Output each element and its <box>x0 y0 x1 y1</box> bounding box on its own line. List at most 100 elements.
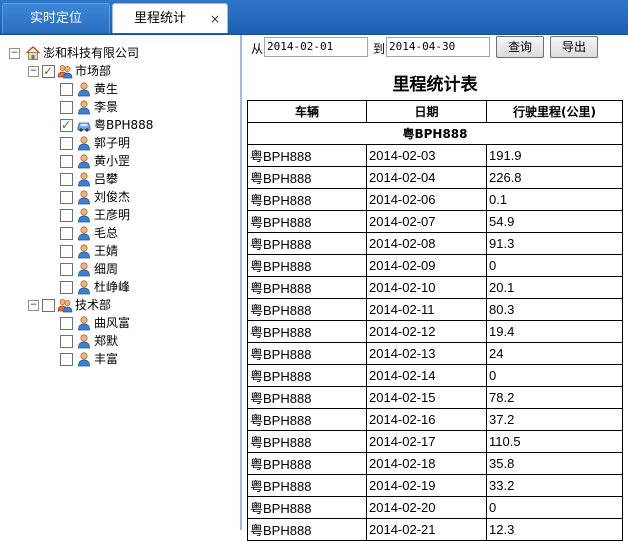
tree-checkbox[interactable] <box>60 155 73 168</box>
tree-node-member[interactable]: 王婧 <box>0 242 238 260</box>
date-cell: 2014-02-12 <box>366 320 487 343</box>
date-cell: 2014-02-07 <box>366 210 487 233</box>
tree-node-member[interactable]: 郭子明 <box>0 134 238 152</box>
mileage-cell: 20.1 <box>486 276 623 299</box>
end-date-input[interactable]: 2014-04-30 <box>386 37 490 57</box>
collapse-toggle-icon[interactable]: − <box>9 48 20 59</box>
report-title: 里程统计表 <box>392 75 478 95</box>
date-cell: 2014-02-08 <box>366 232 487 255</box>
vehicle-cell: 粤BPH888 <box>247 474 367 497</box>
tree-checkbox[interactable] <box>60 263 73 276</box>
table-row: 粤BPH888 2014-02-03 191.9 <box>247 144 623 167</box>
tree-checkbox[interactable] <box>60 281 73 294</box>
mileage-cell: 91.3 <box>486 232 623 255</box>
tree-checkbox[interactable] <box>60 335 73 348</box>
tree-checkbox[interactable] <box>42 62 55 80</box>
table-row: 粤BPH888 2014-02-20 0 <box>247 496 623 519</box>
vehicle-tree: −澎和科技有限公司−市场部黄生李景粤BPH888 郭子明黄小罡吕攀刘俊杰王彦明毛总… <box>0 35 242 530</box>
tree-checkbox[interactable] <box>60 191 73 204</box>
close-icon[interactable]: × <box>210 4 220 34</box>
tree-node-member[interactable]: 曲风富 <box>0 314 238 332</box>
tree-node-label: 吕攀 <box>94 172 119 186</box>
tree-checkbox[interactable] <box>60 173 73 186</box>
person-icon <box>76 153 92 169</box>
table-row: 粤BPH888 2014-02-19 33.2 <box>247 474 623 497</box>
tree-node-department[interactable]: − 技术部 <box>0 296 238 314</box>
person-icon <box>76 225 92 241</box>
tree-node-label: 李景 <box>94 100 119 114</box>
export-button[interactable]: 导出 <box>550 36 598 58</box>
table-row: 粤BPH888 2014-02-07 54.9 <box>247 210 623 233</box>
table-row: 粤BPH888 2014-02-16 37.2 <box>247 408 623 431</box>
query-button[interactable]: 查询 <box>496 36 544 58</box>
tree-node-member[interactable]: 黄小罡 <box>0 152 238 170</box>
vehicle-cell: 粤BPH888 <box>247 210 367 233</box>
tree-checkbox[interactable] <box>60 209 73 222</box>
table-row: 粤BPH888 2014-02-08 91.3 <box>247 232 623 255</box>
table-row: 粤BPH888 2014-02-14 0 <box>247 364 623 387</box>
tree-checkbox[interactable] <box>42 299 55 312</box>
table-row: 粤BPH888 2014-02-18 35.8 <box>247 452 623 475</box>
tab-bar: 实时定位 里程统计 × <box>0 0 628 35</box>
tree-checkbox[interactable] <box>60 101 73 114</box>
company-icon <box>25 45 41 61</box>
mileage-cell: 78.2 <box>486 386 623 409</box>
tree-node-department[interactable]: − 市场部 <box>0 62 238 80</box>
tree-node-member[interactable]: 刘俊杰 <box>0 188 238 206</box>
date-cell: 2014-02-06 <box>366 188 487 211</box>
date-cell: 2014-02-18 <box>366 452 487 475</box>
vehicle-cell: 粤BPH888 <box>247 166 367 189</box>
tab-realtime-location[interactable]: 实时定位 <box>2 3 110 33</box>
start-date-input[interactable]: 2014-02-01 <box>264 37 368 57</box>
tree-checkbox[interactable] <box>60 227 73 240</box>
tree-checkbox[interactable] <box>60 317 73 330</box>
date-cell: 2014-02-13 <box>366 342 487 365</box>
table-row: 粤BPH888 2014-02-11 80.3 <box>247 298 623 321</box>
vehicle-cell: 粤BPH888 <box>247 496 367 519</box>
tree-node-label: 郑默 <box>94 334 119 348</box>
person-icon <box>76 81 92 97</box>
mileage-cell: 191.9 <box>486 144 623 167</box>
tree-checkbox[interactable] <box>60 116 73 134</box>
tree-node-label: 郭子明 <box>94 136 131 150</box>
tree-node-member[interactable]: 郑默 <box>0 332 238 350</box>
person-icon <box>76 333 92 349</box>
column-header-date: 日期 <box>366 100 487 123</box>
tree-node-member[interactable]: 粤BPH888 <box>0 116 238 134</box>
tree-node-member[interactable]: 细周 <box>0 260 238 278</box>
toolbar: 从 2014-02-01 到 2014-04-30 查询 导出 <box>242 35 628 61</box>
tree-checkbox[interactable] <box>60 137 73 150</box>
tree-node-label: 杜峥峰 <box>94 280 131 294</box>
tree-checkbox[interactable] <box>60 353 73 366</box>
tree-node-company[interactable]: − 澎和科技有限公司 <box>0 44 238 62</box>
tree-node-member[interactable]: 丰富 <box>0 350 238 368</box>
tab-mileage-stats[interactable]: 里程统计 × <box>112 3 228 33</box>
tree-node-member[interactable]: 吕攀 <box>0 170 238 188</box>
tree-node-label: 曲风富 <box>94 316 131 330</box>
mileage-cell: 226.8 <box>486 166 623 189</box>
tree-node-member[interactable]: 李景 <box>0 98 238 116</box>
tree-checkbox[interactable] <box>60 83 73 96</box>
table-row: 粤BPH888 2014-02-09 0 <box>247 254 623 277</box>
mileage-cell: 0 <box>486 254 623 277</box>
tree-node-member[interactable]: 毛总 <box>0 224 238 242</box>
tree-node-label: 黄生 <box>94 82 119 96</box>
tree-node-label: 毛总 <box>94 226 119 240</box>
group-header: 粤BPH888 <box>247 122 623 145</box>
tree-checkbox[interactable] <box>60 245 73 258</box>
collapse-toggle-icon[interactable]: − <box>28 66 39 77</box>
mileage-cell: 80.3 <box>486 298 623 321</box>
collapse-toggle-icon[interactable]: − <box>28 300 39 311</box>
tree-node-member[interactable]: 王彦明 <box>0 206 238 224</box>
date-cell: 2014-02-09 <box>366 254 487 277</box>
mileage-cell: 0 <box>486 364 623 387</box>
tree-node-member[interactable]: 杜峥峰 <box>0 278 238 296</box>
mileage-cell: 0.1 <box>486 188 623 211</box>
vehicle-cell: 粤BPH888 <box>247 254 367 277</box>
mileage-cell: 37.2 <box>486 408 623 431</box>
tree-node-member[interactable]: 黄生 <box>0 80 238 98</box>
column-header-vehicle: 车辆 <box>247 100 367 123</box>
table-row: 粤BPH888 2014-02-10 20.1 <box>247 276 623 299</box>
vehicle-cell: 粤BPH888 <box>247 430 367 453</box>
person-icon <box>76 315 92 331</box>
